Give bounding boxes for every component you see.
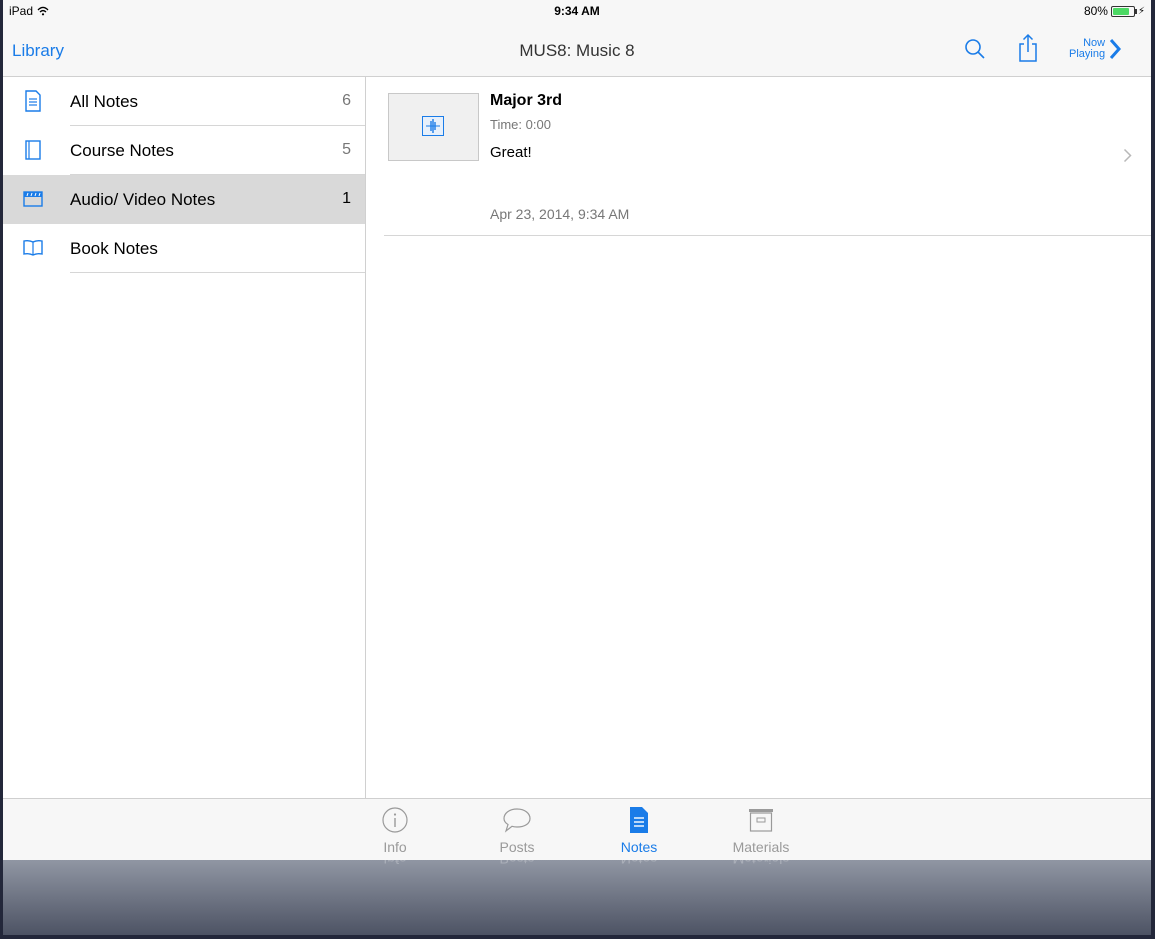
open-book-icon [23, 239, 43, 256]
sidebar-item-course-notes[interactable]: Course Notes 5 [3, 126, 365, 175]
document-icon [25, 90, 41, 112]
note-text: Great! [490, 144, 532, 161]
notes-category-sidebar: All Notes 6 Course Notes 5 Audio/ Video … [3, 77, 366, 798]
note-title: Major 3rd [490, 92, 563, 109]
note-thumbnail [388, 93, 479, 161]
sidebar-item-count: 1 [342, 190, 351, 207]
battery-percent: 80% [1083, 4, 1108, 18]
tab-label: Notes [620, 839, 658, 855]
sidebar-item-book-notes[interactable]: Book Notes [3, 224, 365, 273]
list-item[interactable]: Major 3rd Time: 0:00 Great! Apr 23, 2014… [384, 77, 1151, 236]
sidebar-item-label: All Notes [70, 92, 139, 111]
speech-bubble-icon [503, 808, 531, 833]
tab-label: Posts [499, 839, 535, 855]
tab-info[interactable]: Info [355, 805, 435, 855]
tab-materials[interactable]: Materials [721, 805, 801, 855]
battery-icon [1110, 5, 1137, 17]
charging-icon: ⚡ [1137, 5, 1145, 17]
clapperboard-icon [23, 191, 43, 207]
sidebar-item-audio-video-notes[interactable]: Audio/ Video Notes 1 [3, 175, 365, 224]
sidebar-item-label: Audio/ Video Notes [70, 190, 216, 209]
sidebar-item-label: Book Notes [70, 239, 158, 258]
status-bar: iPad 9:34 AM 80% ⚡ [3, 0, 1151, 22]
screen-reflection: Info Posts Notes Materials [3, 860, 1151, 935]
chevron-right-icon [1123, 148, 1132, 163]
archive-box-icon [749, 809, 773, 832]
sidebar-item-all-notes[interactable]: All Notes 6 [3, 77, 365, 126]
tab-label: Materials [732, 839, 790, 855]
status-time: 9:34 AM [554, 4, 600, 18]
note-time: Time: 0:00 [490, 117, 551, 132]
audio-waveform-icon [422, 116, 444, 136]
chevron-right-icon [1109, 39, 1122, 59]
tab-bar: Info Posts Notes Materials [3, 798, 1151, 860]
navigation-bar: Library MUS8: Music 8 Now Playing [3, 22, 1151, 77]
reflection-tab-label: Notes [599, 860, 679, 867]
ipad-screen: iPad 9:34 AM 80% ⚡ Library MUS8: Music 8 [3, 0, 1151, 935]
reflection-tab-label: Info [355, 860, 435, 867]
reflection-tab-label: Posts [477, 860, 557, 867]
search-icon [965, 39, 985, 59]
sidebar-item-label: Course Notes [70, 141, 174, 160]
now-playing-line2: Playing [1069, 48, 1106, 60]
sidebar-item-count: 5 [342, 141, 351, 158]
notebook-icon [25, 140, 41, 160]
notes-list: Major 3rd Time: 0:00 Great! Apr 23, 2014… [366, 77, 1151, 798]
share-icon [1019, 33, 1037, 62]
info-icon [382, 807, 408, 833]
tab-posts[interactable]: Posts [477, 805, 557, 855]
notes-icon [630, 807, 648, 833]
reflection-tab-label: Materials [721, 860, 801, 867]
share-button[interactable] [1017, 33, 1039, 68]
tab-notes[interactable]: Notes [599, 805, 679, 855]
now-playing-button[interactable]: Now Playing [1069, 38, 1122, 60]
note-date: Apr 23, 2014, 9:34 AM [490, 206, 630, 222]
row-divider [70, 272, 365, 273]
sidebar-item-count: 6 [342, 92, 351, 109]
tab-label: Info [383, 839, 407, 855]
search-button[interactable] [964, 38, 986, 65]
